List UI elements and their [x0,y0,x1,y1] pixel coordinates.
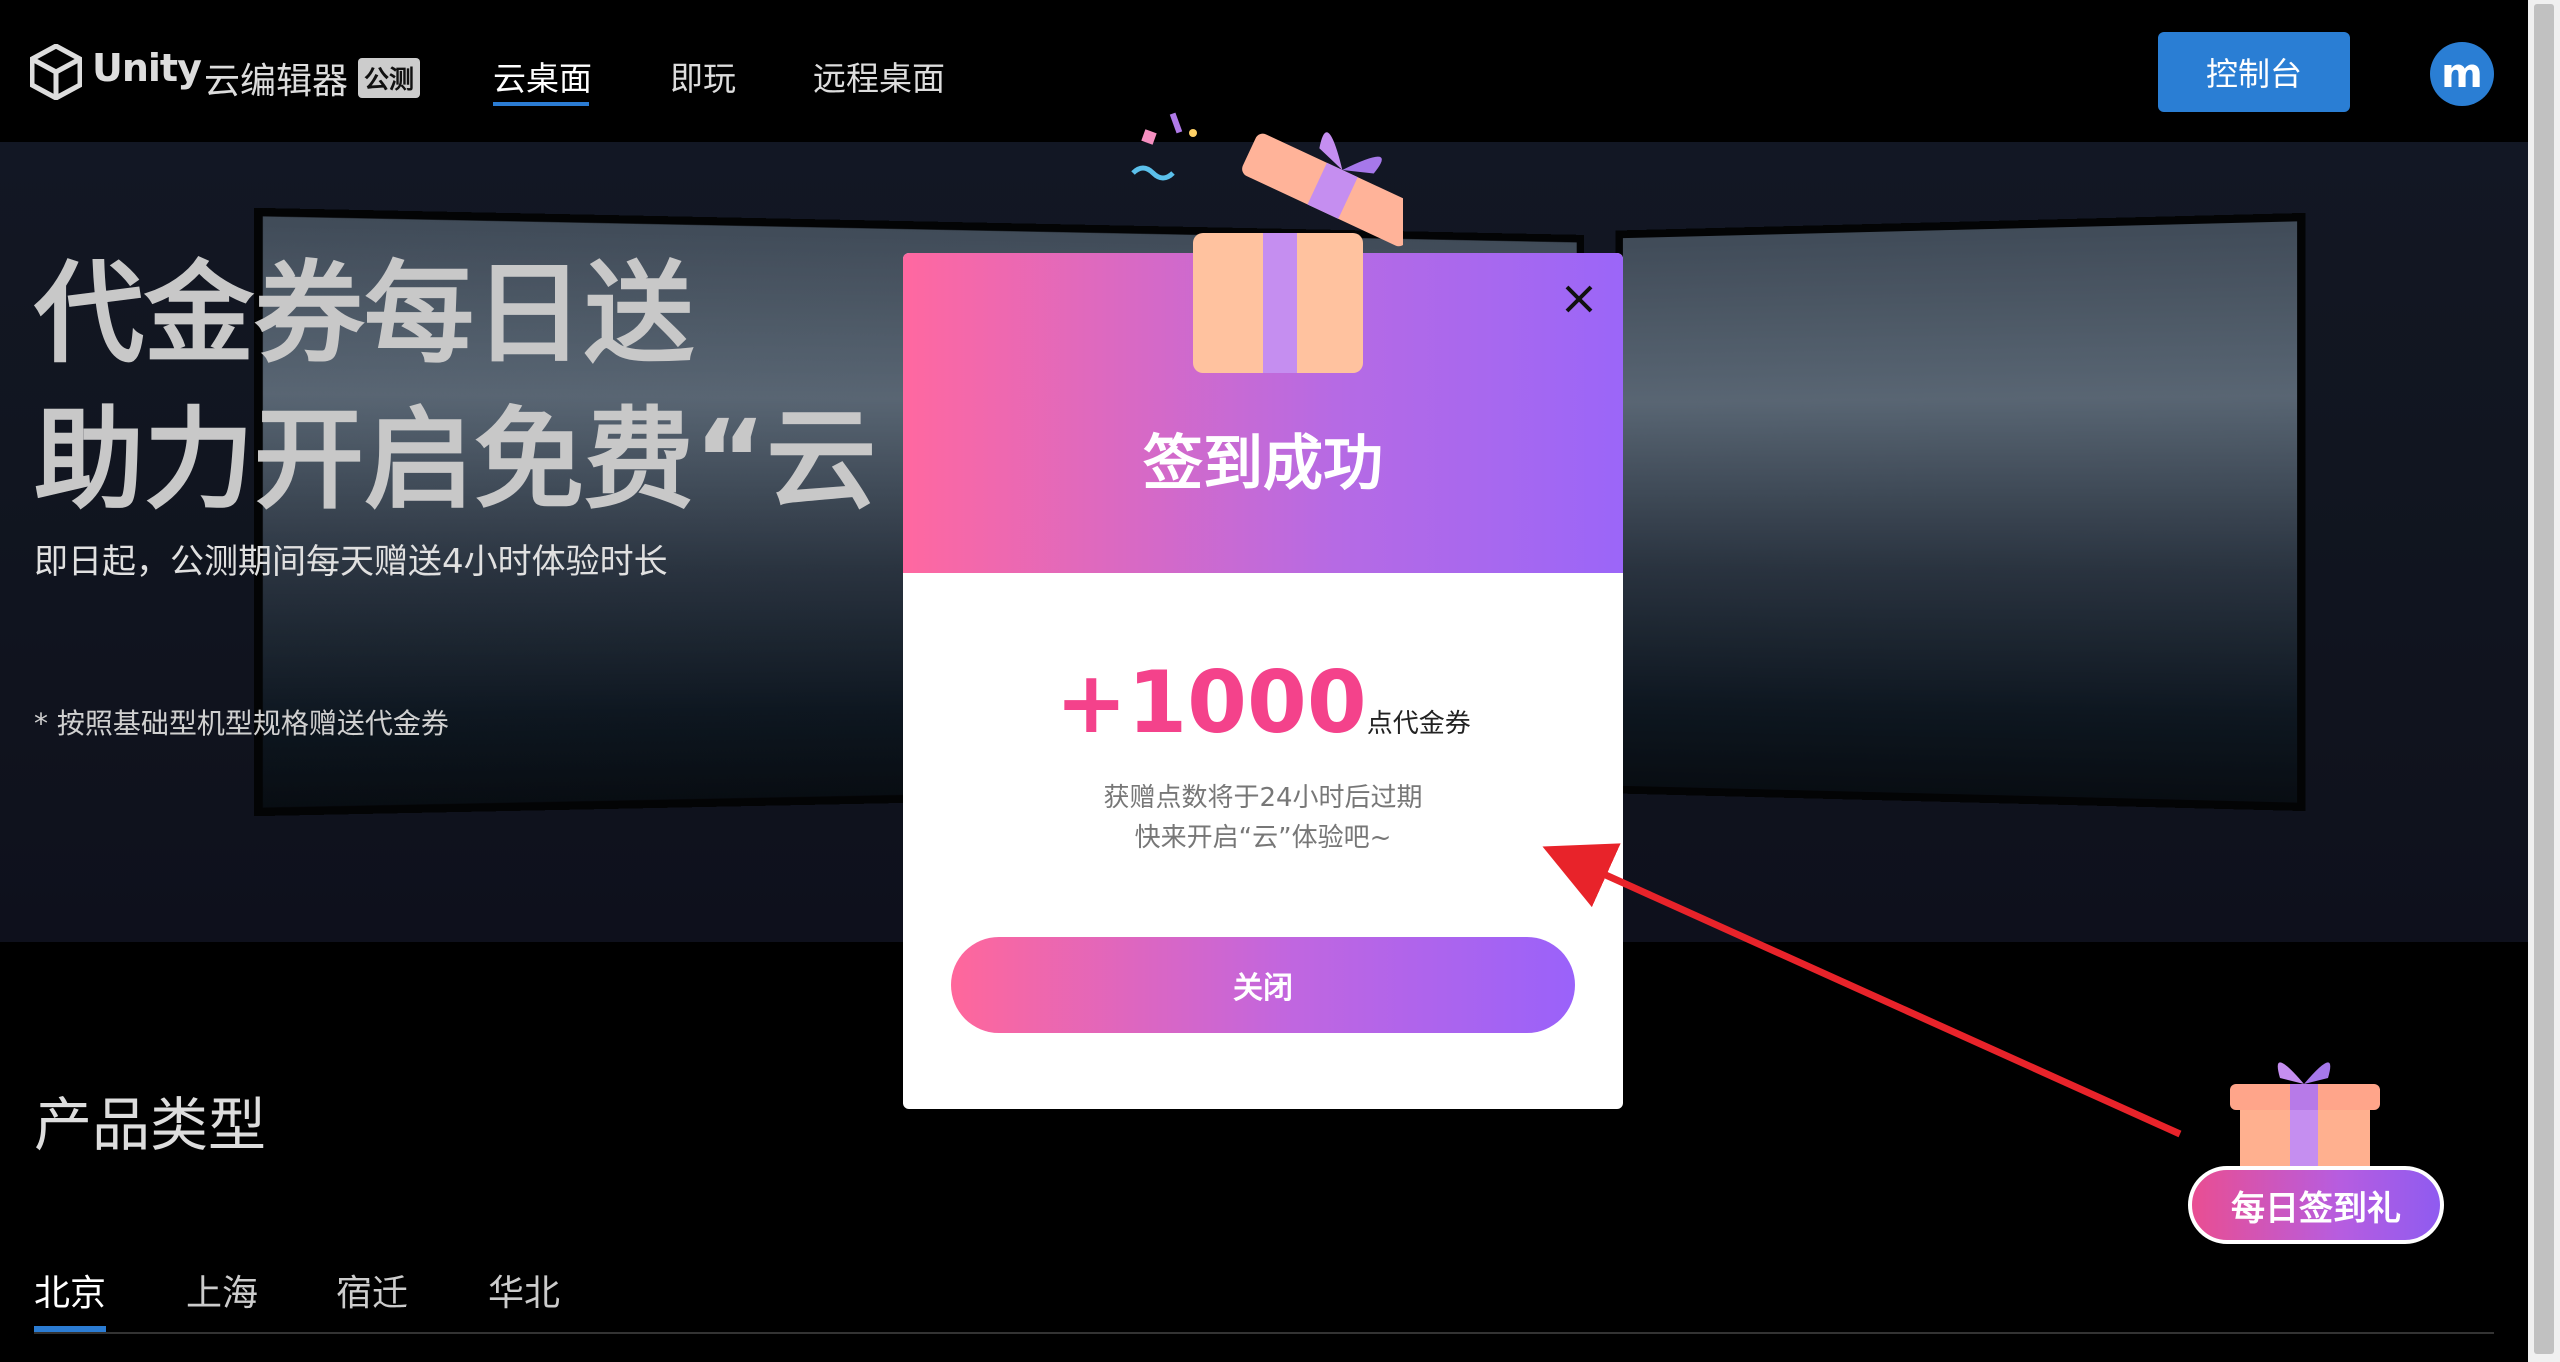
nav-active-indicator [493,102,589,106]
products-title: 产品类型 [34,1078,266,1162]
modal-title: 签到成功 [903,415,1623,502]
console-button[interactable]: 控制台 [2158,32,2350,112]
gift-box-icon [1123,93,1403,373]
modal-close-button[interactable]: 关闭 [951,937,1575,1033]
expiry-info: 获赠点数将于24小时后过期 [903,777,1623,814]
nav-instant-play[interactable]: 即玩 [670,52,736,100]
product-name: 云编辑器 [204,52,348,104]
scrollbar-thumb[interactable] [2534,4,2554,1354]
hero-subtitle: 即日起，公测期间每天赠送4小时体验时长 [34,534,668,583]
region-divider [34,1332,2494,1334]
region-tab-suqian[interactable]: 宿迁 [336,1264,408,1316]
beta-badge: 公测 [358,58,420,98]
unity-logo-icon [30,44,82,100]
hero-title-line1: 代金券每日送 [34,224,694,384]
checkin-success-modal: 签到成功 +1000点代金券 获赠点数将于24小时后过期 快来开启“云”体验吧~… [903,253,1623,1109]
brand-name: Unity [92,46,201,90]
daily-checkin-label: 每日签到礼 [2188,1166,2444,1244]
points-value: +1000 [1055,653,1366,753]
close-icon[interactable] [1551,271,1607,327]
region-tab-beijing[interactable]: 北京 [34,1264,106,1316]
nav-cloud-desktop[interactable]: 云桌面 [493,52,592,100]
region-tab-huabei[interactable]: 华北 [488,1264,560,1316]
points-unit: 点代金券 [1367,709,1471,739]
nav-remote-desktop[interactable]: 远程桌面 [813,52,945,100]
hero-note: * 按照基础型机型规格赠送代金券 [34,702,449,742]
page-scrollbar[interactable] [2528,0,2560,1362]
points-display: +1000点代金券 [903,653,1623,753]
user-avatar[interactable]: m [2430,42,2494,106]
cta-info: 快来开启“云”体验吧~ [903,817,1623,854]
hero-title-line2: 助力开启免费“云 [34,370,876,530]
region-tab-shanghai[interactable]: 上海 [186,1264,258,1316]
daily-checkin-widget[interactable]: 每日签到礼 [2180,1048,2450,1248]
